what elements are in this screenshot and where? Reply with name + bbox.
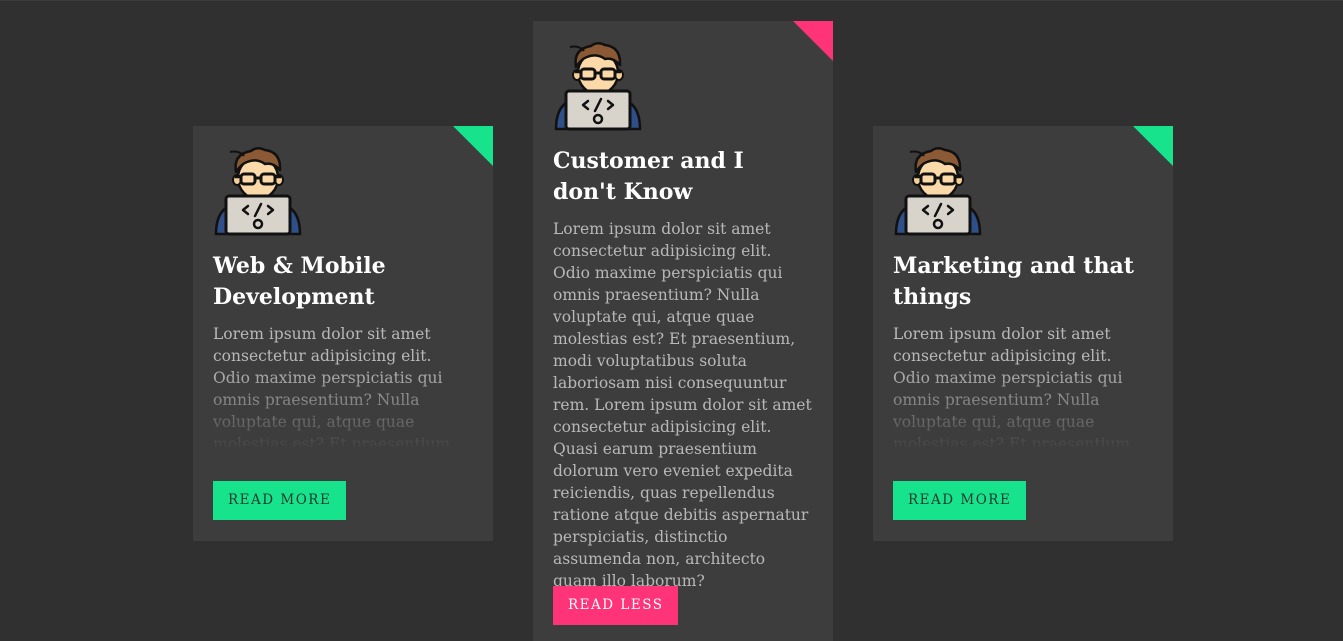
read-less-button[interactable]: READ LESS [553,586,679,625]
corner-ribbon-pink [793,21,833,61]
card-description: Lorem ipsum dolor sit amet consectetur a… [893,325,1136,447]
corner-ribbon-green [1133,126,1173,166]
developer-avatar-icon [553,41,643,131]
service-card-web-mobile: Web & Mobile Development Lorem ipsum dol… [193,126,493,541]
service-card-marketing: Marketing and that things Lorem ipsum do… [873,126,1173,541]
card-title: Marketing and that things [893,253,1134,310]
developer-avatar-icon [893,146,983,236]
card-title: Web & Mobile Development [213,253,386,310]
corner-ribbon-green [453,126,493,166]
service-card-customer: Customer and I don't Know Lorem ipsum do… [533,21,833,641]
read-more-button[interactable]: READ MORE [213,481,347,520]
card-description: Lorem ipsum dolor sit amet consectetur a… [213,325,456,447]
card-description: Lorem ipsum dolor sit amet consectetur a… [553,220,812,590]
read-more-button[interactable]: READ MORE [893,481,1027,520]
card-title: Customer and I don't Know [553,148,744,205]
developer-avatar-icon [213,146,303,236]
